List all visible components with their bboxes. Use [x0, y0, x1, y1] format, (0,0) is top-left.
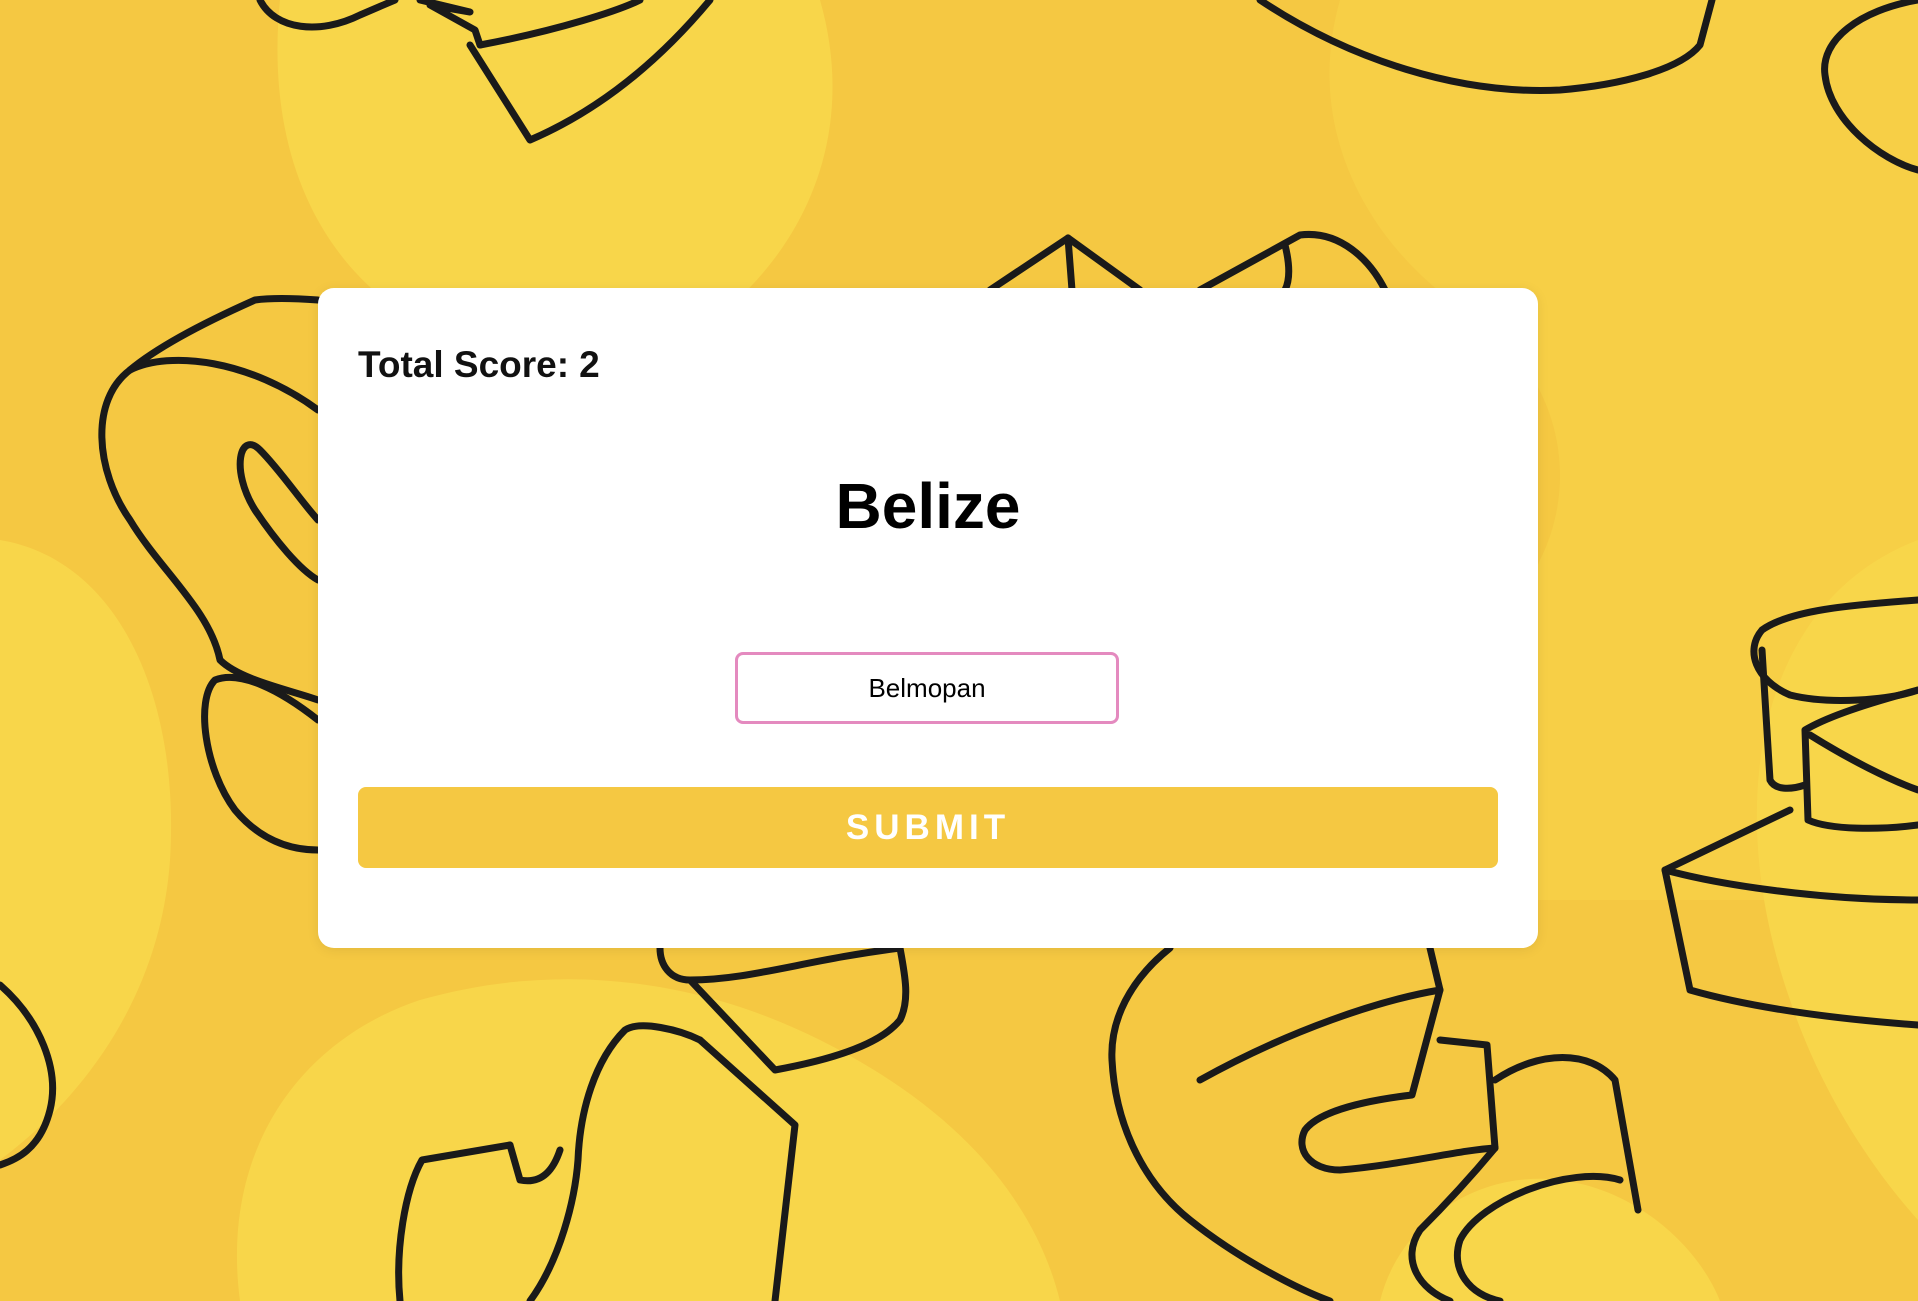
total-score-label: Total Score: [358, 344, 570, 385]
total-score: Total Score: 2 [358, 346, 600, 383]
quiz-card: Total Score:2 Belize SUBMIT [318, 288, 1538, 948]
country-name: Belize [835, 470, 1021, 542]
submit-button[interactable]: SUBMIT [358, 787, 1498, 868]
capital-answer-input[interactable] [735, 652, 1119, 724]
total-score-value: 2 [579, 344, 600, 385]
